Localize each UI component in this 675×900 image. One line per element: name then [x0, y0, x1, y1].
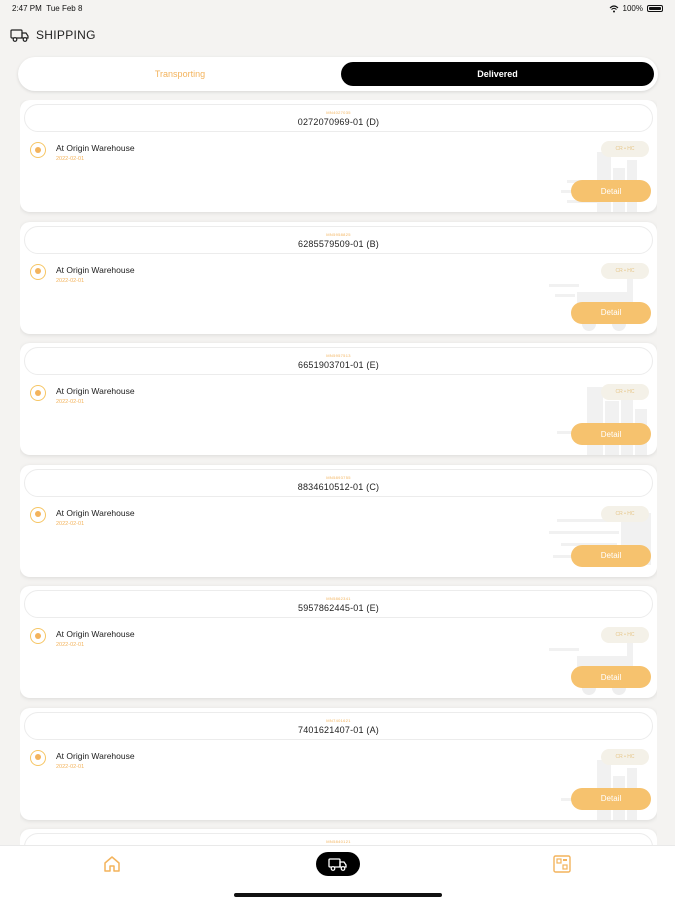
shipment-code: MN4027035: [326, 110, 351, 115]
shipment-number: 6285579509-01 (B): [298, 238, 379, 249]
shipment-header: MN5893755 8834610512-01 (C): [24, 468, 653, 497]
bottom-tab-bar: [0, 845, 675, 900]
shipment-number: 0272070969-01 (D): [297, 117, 380, 127]
status-radio-icon: [30, 628, 46, 644]
shipment-header: MN4027035 0272070969-01 (D): [24, 104, 653, 132]
detail-button[interactable]: Detail: [571, 180, 651, 202]
shipment-date: 2022-02-01: [56, 156, 85, 162]
shipment-number: 6651903701-01 (E): [298, 360, 379, 370]
shipment-code: MN5893755: [326, 474, 351, 480]
shipment-status: At Origin Warehouse: [56, 143, 135, 153]
shipment-card[interactable]: MN4027035 0272070969-01 (D) At Origin Wa…: [20, 100, 657, 212]
status-bar: 2:47 PM Tue Feb 8 100%: [0, 0, 675, 18]
detail-button[interactable]: Detail: [571, 544, 651, 567]
shipping-truck-icon: [328, 858, 347, 871]
status-radio-icon: [30, 263, 46, 280]
shipment-date: 2022-02-01: [56, 277, 85, 284]
shipment-status: At Origin Warehouse: [56, 264, 135, 275]
shipment-list[interactable]: MN4027035 0272070969-01 (D) At Origin Wa…: [20, 100, 657, 845]
shipment-card[interactable]: MN5958825 6285579509-01 (B) At Origin Wa…: [20, 221, 657, 334]
shipment-number: 5957862445-01 (E): [298, 603, 379, 613]
shipment-card[interactable]: MN5957513 6651903701-01 (E) At Origin Wa…: [20, 343, 657, 455]
shipment-header: MN5958825 6285579509-01 (B): [24, 225, 653, 254]
detail-button[interactable]: Detail: [571, 666, 651, 688]
battery-percent: 100%: [622, 4, 643, 13]
shipment-tag: CR • HC: [601, 748, 649, 765]
shipment-header: MN5862341 5957862445-01 (E): [24, 590, 653, 618]
status-radio-icon: [30, 142, 46, 158]
shipment-date: 2022-02-01: [56, 520, 85, 527]
shipment-card[interactable]: MN5893755 8834610512-01 (C) At Origin Wa…: [20, 464, 657, 577]
wifi-icon: [609, 4, 618, 12]
shipment-header: MN5957513 6651903701-01 (E): [24, 347, 653, 375]
shipment-code: MN5840121: [326, 839, 351, 844]
shipment-tag: CR • HC: [601, 262, 649, 279]
shipment-card[interactable]: MN5862341 5957862445-01 (E) At Origin Wa…: [20, 586, 657, 698]
tab-delivered[interactable]: Delivered: [341, 62, 654, 86]
status-radio-icon: [30, 385, 46, 401]
shipment-status: At Origin Warehouse: [56, 386, 135, 396]
tab-shipping[interactable]: [316, 852, 360, 876]
shipment-tag: CR • HC: [601, 505, 649, 522]
battery-icon: [647, 5, 663, 12]
shipment-header: MN7401621 7401621407-01 (A): [24, 711, 653, 740]
shipment-card[interactable]: MN5840121: [20, 829, 657, 845]
shipment-tag: CR • HC: [601, 627, 649, 643]
status-date: Tue Feb 8: [46, 4, 83, 13]
status-time-value: 2:47 PM: [12, 4, 42, 13]
status-time: 2:47 PM Tue Feb 8: [12, 4, 82, 13]
shipment-status: At Origin Warehouse: [56, 629, 135, 639]
status-radio-icon: [30, 749, 46, 766]
detail-button[interactable]: Detail: [571, 423, 651, 445]
shipment-card[interactable]: MN7401621 7401621407-01 (A) At Origin Wa…: [20, 707, 657, 820]
shipment-date: 2022-02-01: [56, 763, 85, 770]
page-title: SHIPPING: [36, 28, 96, 42]
shipment-code: MN5862341: [326, 596, 351, 601]
shipment-header: MN5840121: [24, 833, 653, 845]
detail-button[interactable]: Detail: [571, 787, 651, 810]
shipment-status: At Origin Warehouse: [56, 507, 135, 518]
status-right: 100%: [609, 4, 663, 13]
status-radio-icon: [30, 506, 46, 523]
truck-icon: [10, 29, 29, 42]
shipment-tag: CR • HC: [601, 141, 649, 157]
shipment-status: At Origin Warehouse: [56, 750, 135, 761]
shipment-code: MN7401621: [326, 717, 351, 723]
shipment-date: 2022-02-01: [56, 642, 85, 648]
tab-transporting[interactable]: Transporting: [22, 62, 338, 86]
shipment-date: 2022-02-01: [56, 399, 85, 405]
home-indicator: [234, 893, 442, 897]
shipment-number: 7401621407-01 (A): [298, 724, 379, 735]
shipment-code: MN5957513: [326, 353, 351, 358]
header: SHIPPING: [10, 24, 96, 46]
shipment-code: MN5958825: [326, 231, 351, 237]
scan-icon[interactable]: [552, 854, 572, 874]
segmented-control: Transporting Delivered: [18, 57, 658, 91]
home-icon[interactable]: [102, 854, 122, 874]
shipment-number: 8834610512-01 (C): [297, 481, 380, 492]
shipment-tag: CR • HC: [601, 384, 649, 400]
detail-button[interactable]: Detail: [571, 301, 651, 324]
